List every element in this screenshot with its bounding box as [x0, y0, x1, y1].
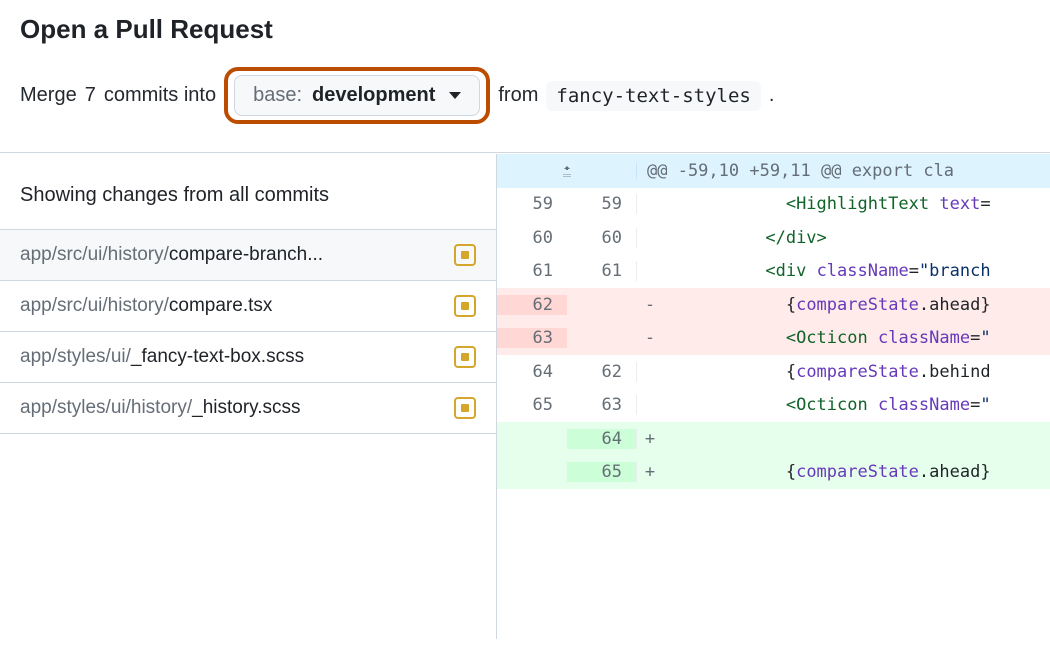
file-row[interactable]: app/src/ui/history/compare.tsx: [0, 281, 496, 332]
source-branch-chip: fancy-text-styles: [546, 81, 760, 111]
file-path: app/src/ui/history/compare.tsx: [20, 295, 272, 317]
diff-line[interactable]: 5959 <HighlightText text=: [497, 188, 1050, 222]
new-line-number: 59: [567, 194, 637, 214]
files-panel-header: Showing changes from all commits: [0, 154, 496, 230]
old-line-number: 65: [497, 395, 567, 415]
diff-line[interactable]: 6060 </div>: [497, 221, 1050, 255]
diff-line[interactable]: 6462 {compareState.behind: [497, 355, 1050, 389]
code-content: <Octicon className=": [663, 395, 991, 415]
file-row[interactable]: app/styles/ui/history/_history.scss: [0, 383, 496, 434]
diff-sign: -: [637, 328, 663, 348]
caret-down-icon: [449, 92, 461, 99]
file-path: app/styles/ui/_fancy-text-box.scss: [20, 346, 304, 368]
merge-prefix: Merge: [20, 84, 77, 107]
new-line-number: 64: [567, 429, 637, 449]
new-line-number: 60: [567, 228, 637, 248]
code-content: <Octicon className=": [663, 328, 991, 348]
hunk-header-text: @@ -59,10 +59,11 @@ export cla: [637, 161, 954, 181]
diff-sign: +: [637, 462, 663, 482]
expand-hunk-icon[interactable]: [497, 163, 637, 179]
code-content: <div className="branch: [663, 261, 991, 281]
new-line-number: 61: [567, 261, 637, 281]
commit-count: 7: [85, 84, 96, 107]
base-label: base:: [253, 84, 302, 107]
file-path: app/src/ui/history/compare-branch...: [20, 244, 323, 266]
file-row[interactable]: app/src/ui/history/compare-branch...: [0, 230, 496, 281]
new-line-number: 65: [567, 462, 637, 482]
commits-word: commits into: [104, 84, 216, 107]
diff-line[interactable]: 62 - {compareState.ahead}: [497, 288, 1050, 322]
old-line-number: 59: [497, 194, 567, 214]
code-content: </div>: [663, 228, 827, 248]
base-branch-selector[interactable]: base: development: [234, 75, 480, 116]
diff-sign: +: [637, 429, 663, 449]
code-content: {compareState.ahead}: [663, 295, 991, 315]
code-content: {compareState.behind: [663, 362, 991, 382]
modified-status-icon: [454, 346, 476, 368]
diff-line[interactable]: 6563 <Octicon className=": [497, 389, 1050, 423]
base-highlight-ring: base: development: [224, 67, 490, 124]
modified-status-icon: [454, 295, 476, 317]
diff-line[interactable]: 64+: [497, 422, 1050, 456]
old-line-number: 61: [497, 261, 567, 281]
diff-line[interactable]: 6161 <div className="branch: [497, 255, 1050, 289]
diff-line[interactable]: 63 - <Octicon className=": [497, 322, 1050, 356]
from-word: from: [498, 84, 538, 107]
content-area: Showing changes from all commits app/src…: [0, 153, 1050, 639]
file-path: app/styles/ui/history/_history.scss: [20, 397, 301, 419]
old-line-number: 62: [497, 295, 567, 315]
new-line-number: 62: [567, 362, 637, 382]
diff-lines: 5959 <HighlightText text=6060 </div>6161…: [497, 188, 1050, 490]
modified-status-icon: [454, 244, 476, 266]
base-value: development: [312, 84, 435, 107]
code-content: <HighlightText text=: [663, 194, 991, 214]
new-line-number: 63: [567, 395, 637, 415]
sentence-period: .: [769, 84, 775, 107]
code-content: {compareState.ahead}: [663, 462, 991, 482]
old-line-number: 60: [497, 228, 567, 248]
header: Open a Pull Request Merge 7 commits into…: [0, 0, 1050, 124]
old-line-number: 63: [497, 328, 567, 348]
hunk-header-row[interactable]: @@ -59,10 +59,11 @@ export cla: [497, 154, 1050, 188]
diff-panel: @@ -59,10 +59,11 @@ export cla 5959 <Hig…: [497, 154, 1050, 639]
old-line-number: 64: [497, 362, 567, 382]
file-list: app/src/ui/history/compare-branch... app/…: [0, 230, 496, 434]
diff-sign: -: [637, 295, 663, 315]
files-panel: Showing changes from all commits app/src…: [0, 154, 497, 639]
diff-line[interactable]: 65+ {compareState.ahead}: [497, 456, 1050, 490]
page-title: Open a Pull Request: [20, 14, 1030, 45]
file-row[interactable]: app/styles/ui/_fancy-text-box.scss: [0, 332, 496, 383]
modified-status-icon: [454, 397, 476, 419]
merge-sentence: Merge 7 commits into base: development f…: [20, 67, 1030, 124]
